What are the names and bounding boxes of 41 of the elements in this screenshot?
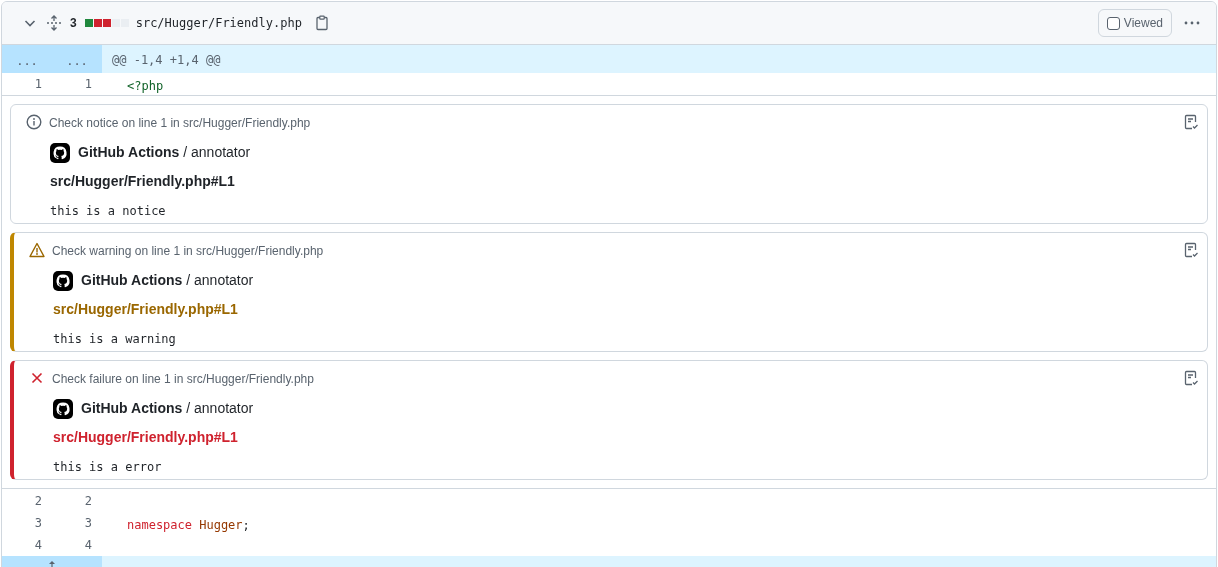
annotation-location: src/Hugger/Friendly.php#L1 [49, 172, 236, 191]
change-count: 3 [70, 15, 77, 32]
file-path-link[interactable]: src/Hugger/Friendly.php [135, 14, 302, 32]
annotation-location: src/Hugger/Friendly.php#L1 [52, 300, 239, 319]
annotation-title: Check failure on line 1 in src/Hugger/Friendly.php [52, 371, 314, 388]
kebab-icon [1184, 21, 1200, 25]
arrow-up-icon [47, 560, 57, 567]
annotation-title: Check warning on line 1 in src/Hugger/Friendly.php [52, 243, 324, 260]
line-number[interactable]: 1 [2, 75, 52, 93]
annotation-message: this is a warning [52, 331, 177, 348]
code-line: namespace Hugger; [126, 516, 250, 534]
annotation-title: Check notice on line 1 in src/Hugger/Friendly.php [49, 115, 311, 132]
annotation-message: this is a error [52, 459, 163, 476]
x-icon [29, 370, 45, 386]
line-number[interactable]: 4 [2, 536, 52, 554]
checklist-icon[interactable] [1183, 242, 1199, 258]
viewed-toggle[interactable]: Viewed [1097, 9, 1172, 37]
github-logo-icon [50, 142, 70, 163]
line-number[interactable]: 1 [52, 75, 102, 93]
checklist-icon[interactable] [1183, 370, 1199, 386]
author-line: GitHub Actions / annotator [81, 271, 254, 290]
line-number[interactable]: 3 [2, 514, 52, 532]
hunk-gutter[interactable]: ... ... [2, 45, 102, 73]
expand-icon[interactable] [46, 15, 62, 31]
annotation-location: src/Hugger/Friendly.php#L1 [52, 428, 239, 447]
line-number[interactable]: 4 [52, 536, 102, 554]
line-number[interactable]: 2 [52, 492, 102, 510]
github-logo-icon [53, 398, 73, 419]
line-number[interactable]: 2 [2, 492, 52, 510]
checkbox[interactable] [1106, 16, 1120, 30]
author-line: GitHub Actions / annotator [81, 399, 254, 418]
author-line: GitHub Actions / annotator [78, 143, 251, 162]
copy-icon[interactable] [313, 15, 330, 31]
hunk-header: @@ -1,4 +1,4 @@ [111, 52, 221, 69]
checklist-icon[interactable] [1183, 114, 1199, 130]
info-icon [26, 114, 42, 130]
github-logo-icon [53, 270, 73, 291]
warning-icon [29, 242, 45, 258]
line-number[interactable]: 3 [52, 514, 102, 532]
code-line: <?php [126, 77, 164, 95]
annotation-message: this is a notice [49, 203, 167, 220]
